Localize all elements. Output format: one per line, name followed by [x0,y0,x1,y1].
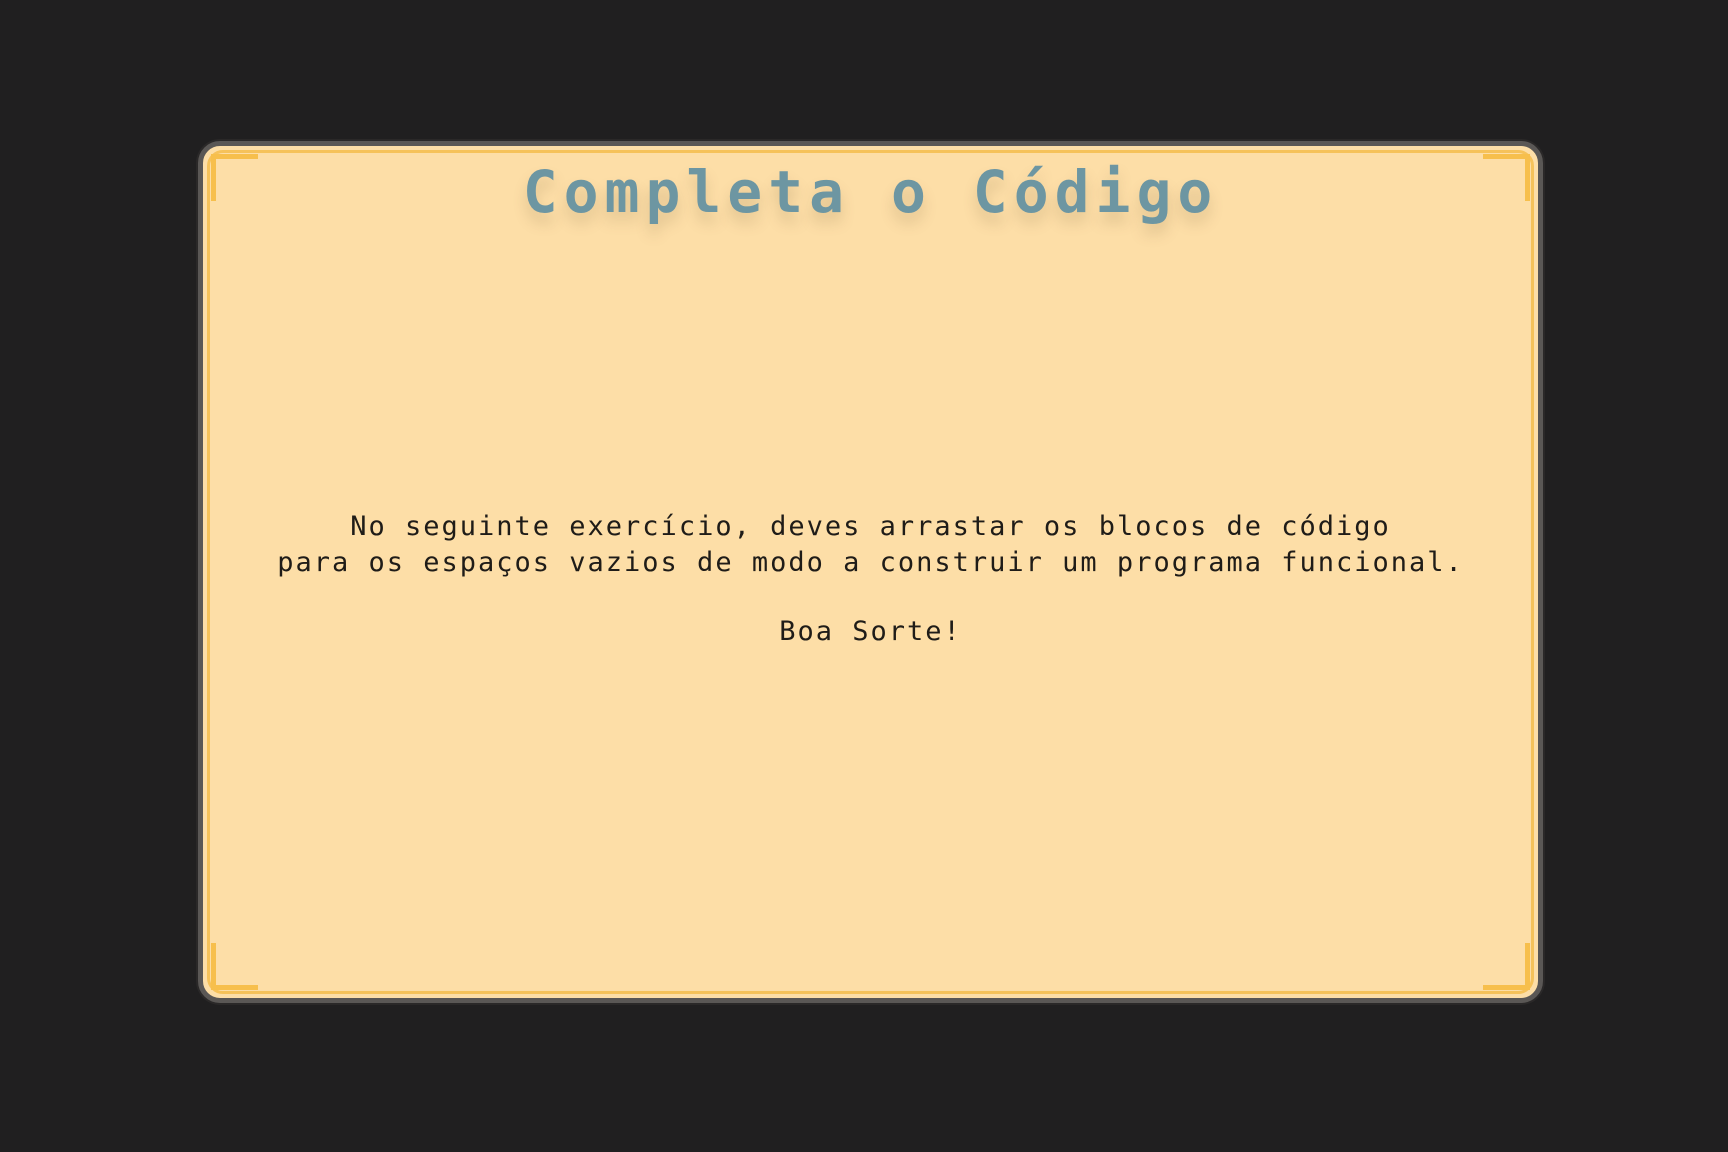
instructions-line-2: para os espaços vazios de modo a constru… [277,547,1464,578]
intro-dialog-panel: Completa o Código No seguinte exercício,… [198,141,1543,1003]
good-luck-text: Boa Sorte! [779,616,962,647]
corner-ornament-bottom-left [211,943,258,990]
corner-ornament-bottom-right [1483,943,1530,990]
instructions-text: No seguinte exercício, deves arrastar os… [203,509,1538,581]
instructions-line-1: No seguinte exercício, deves arrastar os… [350,511,1391,542]
dialog-title: Completa o Código [522,158,1219,226]
